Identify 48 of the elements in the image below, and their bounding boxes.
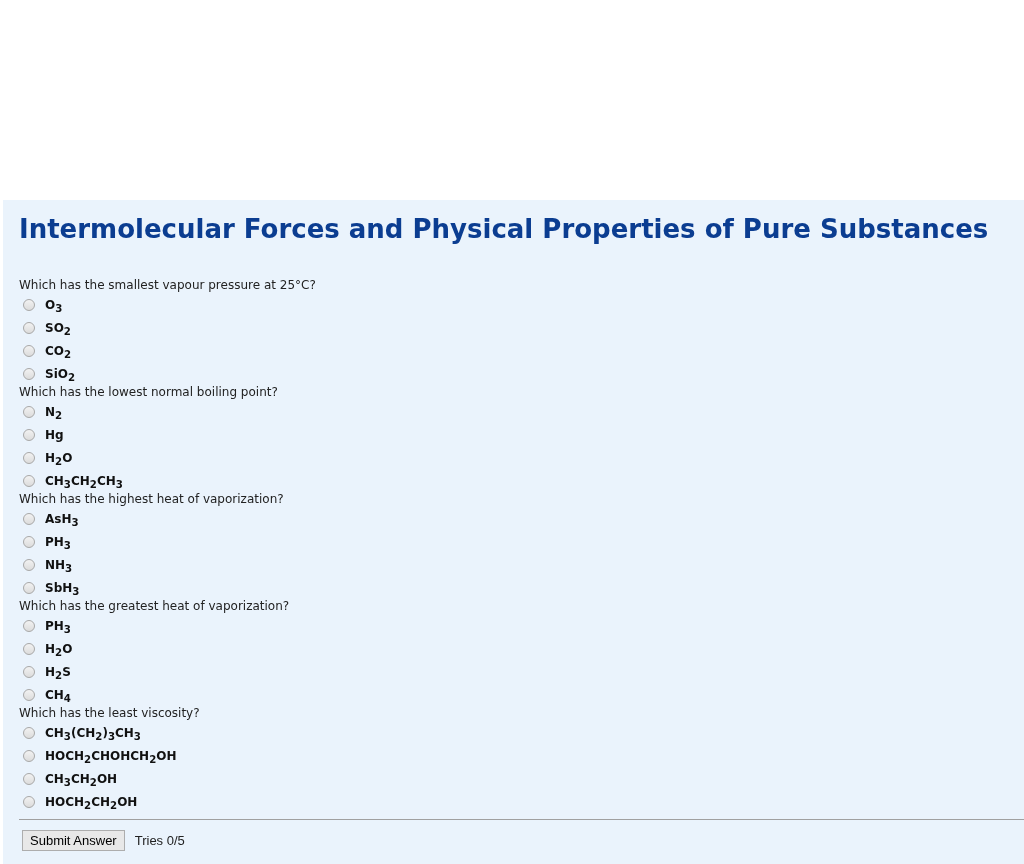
radio-button[interactable] — [23, 405, 35, 418]
radio-button[interactable] — [23, 581, 35, 594]
radio-button[interactable] — [23, 772, 35, 785]
answer-option: SbH$_{3}$ — [45, 580, 80, 595]
tries-counter: Tries 0/5 — [134, 833, 185, 848]
answer-option: SO$_{2}$ — [45, 320, 71, 335]
radio-button[interactable] — [23, 344, 35, 357]
radio-button[interactable] — [23, 512, 35, 525]
question-text: Which has the least viscosity? — [19, 706, 200, 721]
answer-option: HOCH$_{2}$CHOHCH$_{2}$OH — [45, 748, 177, 763]
radio-button[interactable] — [23, 619, 35, 632]
answer-option: PH$_{3}$ — [45, 534, 71, 549]
question-text: Which has the lowest normal boiling point? — [19, 385, 278, 400]
question-text: Which has the greatest heat of vaporization? — [19, 599, 290, 614]
radio-button[interactable] — [23, 749, 35, 762]
answer-option: CO$_{2}$ — [45, 343, 72, 358]
answer-option: AsH$_{3}$ — [45, 511, 79, 526]
question-text: Which has the smallest vapour pressure at 25°C? — [19, 278, 316, 293]
answer-option: N$_{2}$ — [45, 404, 63, 419]
answer-option: CH$_{3}$CH$_{2}$OH — [45, 771, 118, 786]
radio-button[interactable] — [23, 451, 35, 464]
answer-option: O$_{3}$ — [45, 297, 63, 312]
answer-option: Hg — [45, 427, 64, 442]
radio-button[interactable] — [23, 726, 35, 739]
radio-button[interactable] — [23, 321, 35, 334]
answer-option: CH$_{3}$(CH$_{2}$)$_{3}$CH$_{3}$ — [45, 725, 141, 740]
answer-option: CH$_{4}$ — [45, 687, 71, 702]
radio-button[interactable] — [23, 665, 35, 678]
submit-button[interactable]: Submit Answer — [22, 830, 125, 851]
answer-option: H$_{2}$S — [45, 664, 71, 679]
answer-option: CH$_{3}$CH$_{2}$CH$_{3}$ — [45, 473, 123, 488]
radio-button[interactable] — [23, 795, 35, 808]
answer-option: H$_{2}$O — [45, 450, 73, 465]
page-title: Intermolecular Forces and Physical Properties of Pure Substances — [19, 214, 990, 244]
question-text: Which has the highest heat of vaporization? — [19, 492, 284, 507]
radio-button[interactable] — [23, 558, 35, 571]
radio-button[interactable] — [23, 428, 35, 441]
radio-button[interactable] — [23, 688, 35, 701]
radio-button[interactable] — [23, 642, 35, 655]
answer-option: NH$_{3}$ — [45, 557, 73, 572]
radio-button[interactable] — [23, 535, 35, 548]
radio-button[interactable] — [23, 367, 35, 380]
answer-option: HOCH$_{2}$CH$_{2}$OH — [45, 794, 138, 809]
radio-button[interactable] — [23, 298, 35, 311]
answer-option: PH$_{3}$ — [45, 618, 71, 633]
answer-option: SiO$_{2}$ — [45, 366, 76, 381]
radio-button[interactable] — [23, 474, 35, 487]
answer-option: H$_{2}$O — [45, 641, 73, 656]
